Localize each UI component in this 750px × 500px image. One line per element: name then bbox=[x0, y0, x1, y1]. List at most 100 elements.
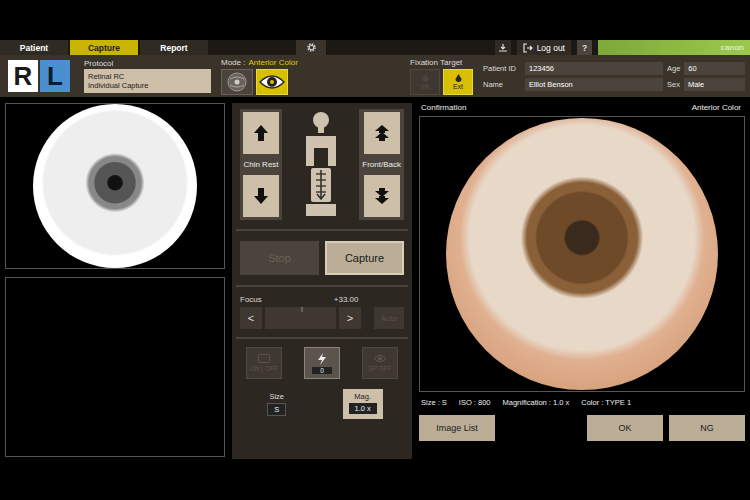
focus-slider[interactable] bbox=[265, 307, 336, 329]
arrow-up-icon bbox=[253, 124, 269, 142]
magnification-button[interactable]: Mag. 1.0 x bbox=[343, 389, 383, 419]
brand-bar: canon bbox=[598, 40, 750, 55]
target-icon bbox=[455, 74, 462, 83]
patient-field: Patient ID 123456 bbox=[483, 62, 663, 75]
fixation-option[interactable]: Int bbox=[410, 69, 440, 95]
confirmation-panel: Confirmation Anterior Color Size : S ISO … bbox=[419, 103, 745, 459]
movement-group: Front/Back bbox=[359, 109, 404, 220]
move-up-button[interactable] bbox=[364, 112, 400, 154]
protocol-line: Retinal RC bbox=[88, 72, 207, 81]
magnification-value: 1.0 x bbox=[349, 403, 377, 414]
capture-control-button[interactable]: Stop bbox=[240, 241, 319, 275]
gear-icon bbox=[306, 42, 317, 53]
auto-focus-button[interactable]: Auto bbox=[374, 307, 404, 329]
fundus-icon bbox=[226, 71, 248, 93]
help-button[interactable]: ? bbox=[577, 40, 592, 55]
arrow-down-icon bbox=[253, 187, 269, 205]
double-arrow-down-icon bbox=[374, 187, 390, 205]
tab-bar: PatientCaptureReport Log out ? canon bbox=[0, 40, 750, 55]
eye-selector: RL bbox=[8, 60, 70, 92]
focus-label: Focus bbox=[240, 295, 262, 304]
target-icon bbox=[422, 74, 429, 83]
secondary-view bbox=[5, 277, 225, 457]
patient-field: Age 60 bbox=[667, 62, 745, 75]
capture-controls: StopCapture bbox=[236, 235, 408, 281]
confirmation-title: Confirmation bbox=[421, 103, 466, 112]
main-area: Chin Rest Front/Back StopCapture Focus +… bbox=[0, 97, 750, 459]
patient-value: 123456 bbox=[525, 62, 663, 75]
focus-control: Focus +33.00 < > Auto bbox=[236, 291, 408, 333]
movement-controls: Chin Rest Front/Back bbox=[236, 103, 408, 225]
eye-button[interactable]: L bbox=[40, 60, 70, 92]
info-item: Size : S bbox=[421, 398, 447, 407]
capture-control-button[interactable]: Capture bbox=[325, 241, 404, 275]
patient-field: Sex Male bbox=[667, 78, 745, 91]
confirmation-button[interactable]: NG bbox=[669, 415, 745, 441]
fixation-option[interactable]: Ext bbox=[443, 69, 473, 95]
movement-label: Front/Back bbox=[362, 158, 401, 171]
live-view bbox=[5, 103, 225, 269]
log-out-button[interactable]: Log out bbox=[517, 40, 571, 55]
top-margin bbox=[0, 0, 750, 40]
info-item: Magnification : 1.0 x bbox=[503, 398, 570, 407]
size-value[interactable]: S bbox=[267, 403, 286, 416]
mode-label: Mode :Anterior Color bbox=[221, 58, 298, 67]
focus-prev-button[interactable]: < bbox=[240, 307, 262, 329]
capture-options: ON | OFF 0 SP OFF bbox=[236, 343, 408, 383]
option-button[interactable]: ON | OFF bbox=[246, 347, 282, 379]
move-down-button[interactable] bbox=[243, 175, 279, 217]
confirmation-button[interactable]: OK bbox=[587, 415, 663, 441]
flash-icon bbox=[317, 353, 327, 365]
double-arrow-up-icon bbox=[374, 124, 390, 142]
size-control: Size S bbox=[261, 389, 292, 419]
capture-screen: PatientCaptureReport Log out ? canon RL … bbox=[0, 0, 750, 500]
focus-reading: +33.00 bbox=[334, 295, 359, 304]
move-up-button[interactable] bbox=[243, 112, 279, 154]
patient-value: 60 bbox=[684, 62, 745, 75]
tab[interactable]: Report bbox=[140, 40, 208, 55]
mode-panel: Mode :Anterior Color bbox=[221, 58, 298, 95]
tab[interactable]: Capture bbox=[70, 40, 138, 55]
patient-info: Patient ID 123456 Age 60 Name Elliot Benso… bbox=[483, 62, 745, 91]
log-out-icon bbox=[523, 43, 533, 53]
mode-option[interactable] bbox=[256, 69, 288, 95]
info-item: ISO : 800 bbox=[459, 398, 491, 407]
focus-next-button[interactable]: > bbox=[339, 307, 361, 329]
eye-icon bbox=[259, 73, 285, 91]
focus-slider-thumb[interactable] bbox=[301, 307, 303, 312]
protocol-line: Individual Capture bbox=[88, 81, 207, 90]
movement-label: Chin Rest bbox=[243, 158, 278, 171]
eye-icon bbox=[373, 354, 387, 363]
option-button[interactable]: 0 bbox=[304, 347, 340, 379]
capture-info: Size : S ISO : 800 Magnification : 1.0 x Co… bbox=[419, 392, 745, 413]
info-item: Color : TYPE 1 bbox=[581, 398, 631, 407]
option-button[interactable]: SP OFF bbox=[362, 347, 398, 379]
settings-bar: RL Protocol Retinal RCIndividual Capture… bbox=[0, 55, 750, 97]
live-eye-image bbox=[33, 104, 197, 268]
protocol-field[interactable]: Retinal RCIndividual Capture bbox=[84, 69, 211, 94]
confirmation-button[interactable]: Image List bbox=[419, 415, 495, 441]
movement-group: Chin Rest bbox=[240, 109, 282, 220]
eye-button[interactable]: R bbox=[8, 60, 38, 92]
mode-option[interactable] bbox=[221, 69, 253, 95]
download-button[interactable] bbox=[495, 40, 511, 55]
toggle-icon bbox=[258, 354, 270, 363]
preview-column bbox=[5, 103, 225, 459]
control-panel: Chin Rest Front/Back StopCapture Focus +… bbox=[232, 103, 412, 459]
settings-button[interactable] bbox=[296, 40, 326, 55]
tab[interactable]: Patient bbox=[0, 40, 68, 55]
download-icon bbox=[498, 43, 508, 53]
brand-logo: canon bbox=[720, 43, 744, 52]
patient-value: Elliot Benson bbox=[525, 78, 663, 91]
move-down-button[interactable] bbox=[364, 175, 400, 217]
patient-field: Name Elliot Benson bbox=[483, 78, 663, 91]
confirmation-mode: Anterior Color bbox=[692, 103, 741, 112]
patient-figure bbox=[298, 108, 344, 220]
protocol-label: Protocol bbox=[84, 59, 211, 68]
captured-image-frame bbox=[419, 116, 745, 392]
protocol-panel: Protocol Retinal RCIndividual Capture bbox=[84, 59, 211, 94]
fixation-label: Fixation Target bbox=[410, 58, 473, 67]
fixation-panel: Fixation Target Int Ext bbox=[410, 58, 473, 95]
patient-value: Male bbox=[684, 78, 745, 91]
size-magnification: Size S Mag. 1.0 x bbox=[236, 383, 408, 425]
